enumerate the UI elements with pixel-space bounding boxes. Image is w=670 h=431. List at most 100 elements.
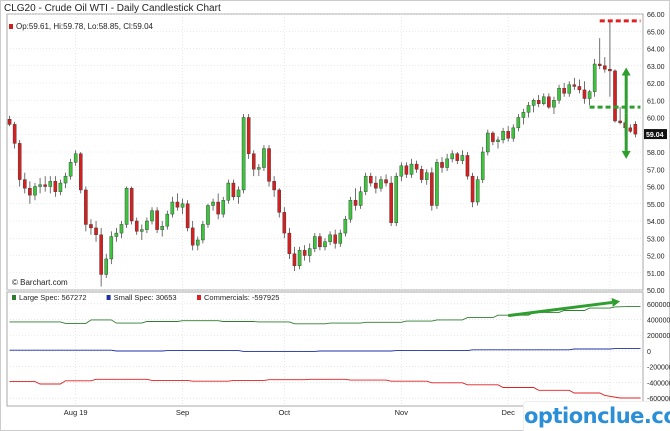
price-tick-label: 58.00: [647, 150, 665, 157]
time-tick-label: Nov: [395, 408, 409, 417]
candle-body-down: [84, 189, 88, 225]
candle-body-down: [414, 163, 419, 170]
time-tick-label: Oct: [278, 408, 291, 417]
candle-body-up: [109, 236, 114, 260]
candle-body-down: [582, 89, 587, 99]
candle-body-up: [73, 153, 78, 163]
candle-body-down: [277, 189, 281, 213]
chart-title: CLG20 - Crude Oil WTI - Daily Candlestic…: [4, 3, 221, 14]
cot-tick-label: 600000: [647, 302, 670, 309]
cot-tick-label: 200000: [647, 333, 670, 340]
candle-body-down: [572, 84, 577, 87]
candle-body-up: [145, 220, 149, 230]
candle-body-down: [389, 182, 393, 223]
cot-tick-label: 400000: [647, 318, 670, 325]
candle-body-up: [521, 112, 526, 118]
cot-legend-label: Large Spec: 567272: [19, 293, 87, 302]
cot-legend-swatch: [12, 295, 16, 300]
candle-body-up: [531, 100, 536, 106]
price-tick-label: 52.00: [647, 254, 665, 261]
time-tick-label: Aug 19: [64, 408, 88, 417]
candle-body-up: [201, 224, 205, 241]
time-tick-label: Sep: [176, 408, 189, 417]
candle-body-down: [94, 227, 98, 235]
ohlc-legend-text: Op:59.61, Hi:59.78, Lo:58.85, Cl:59.04: [16, 22, 154, 31]
chart-frame: [0, 0, 670, 431]
candle-body-up: [307, 248, 312, 256]
candle-body-down: [267, 148, 271, 182]
candle-body-up: [486, 132, 490, 153]
price-tick-label: 57.00: [647, 167, 665, 174]
candle-body-down: [562, 87, 566, 94]
candle-body-up: [180, 203, 185, 208]
candle-body-up: [409, 163, 414, 175]
price-tick-label: 53.00: [647, 236, 665, 243]
candle-body-down: [318, 236, 322, 248]
cot-tick-label: 0: [647, 349, 651, 356]
candle-body-down: [185, 203, 190, 229]
cot-tick-label: -200000: [647, 365, 670, 372]
candle-body-down: [43, 184, 47, 187]
candle-body-down: [633, 124, 638, 135]
candle-body-down: [216, 201, 220, 215]
price-tick-label: 60.00: [647, 116, 665, 123]
candle-body-up: [424, 172, 429, 180]
candle-body-up: [557, 87, 561, 101]
candle-body-down: [190, 227, 195, 246]
cot-legend-swatch: [106, 295, 111, 300]
candle-body-up: [379, 179, 383, 189]
candle-body-up: [363, 175, 368, 192]
candle-body-up: [358, 191, 363, 206]
candle-body-down: [7, 119, 12, 125]
candle-body-up: [592, 63, 597, 92]
price-tick-label: 65.00: [647, 29, 665, 36]
candle-body-up: [496, 139, 500, 142]
candle-body-up: [435, 162, 439, 206]
candle-body-down: [608, 68, 612, 72]
cot-tick-label: -400000: [647, 380, 670, 387]
candle-body-down: [603, 65, 607, 70]
watermark-logo: optionclue.com: [524, 402, 670, 431]
candle-body-up: [48, 181, 53, 187]
candle-body-down: [618, 120, 622, 123]
candle-body-down: [99, 234, 103, 275]
candle-body-up: [33, 186, 37, 196]
candle-body-down: [246, 117, 251, 154]
candle-body-down: [491, 132, 495, 142]
candle-body-down: [134, 220, 139, 232]
price-tick-label: 54.00: [647, 219, 665, 226]
candle-body-down: [287, 232, 292, 254]
candle-body-down: [23, 179, 27, 189]
candle-body-up: [587, 91, 592, 99]
candle-body-up: [63, 175, 68, 184]
candle-body-down: [292, 253, 297, 267]
candle-body-up: [114, 232, 119, 237]
candle-body-down: [536, 100, 541, 104]
candle-body-up: [206, 205, 210, 225]
price-tick-label: 51.00: [647, 271, 665, 278]
candle-body-down: [28, 188, 32, 196]
candle-body-up: [542, 96, 546, 104]
candle-body-down: [470, 175, 475, 203]
candle-body-up: [511, 127, 516, 139]
candle-body-down: [577, 86, 582, 91]
candle-body-up: [226, 182, 231, 201]
price-tick-label: 66.00: [647, 12, 665, 19]
candle-body-up: [38, 184, 42, 187]
candle-body-up: [450, 153, 454, 160]
price-tick-label: 50.00: [647, 288, 665, 295]
candle-body-down: [353, 200, 358, 206]
candle-body-up: [328, 234, 332, 242]
candle-body-up: [68, 162, 73, 177]
candle-body-down: [17, 143, 22, 180]
candle-body-up: [399, 165, 404, 177]
candle-body-up: [348, 200, 353, 220]
barchart-credit: © Barchart.com: [12, 278, 68, 287]
candle-body-down: [129, 188, 134, 222]
candle-body-up: [445, 158, 449, 168]
price-tick-label: 64.00: [647, 47, 665, 54]
candle-body-up: [119, 224, 124, 234]
candle-body-down: [440, 162, 444, 168]
candle-body-down: [78, 153, 83, 191]
candle-body-down: [597, 63, 602, 66]
